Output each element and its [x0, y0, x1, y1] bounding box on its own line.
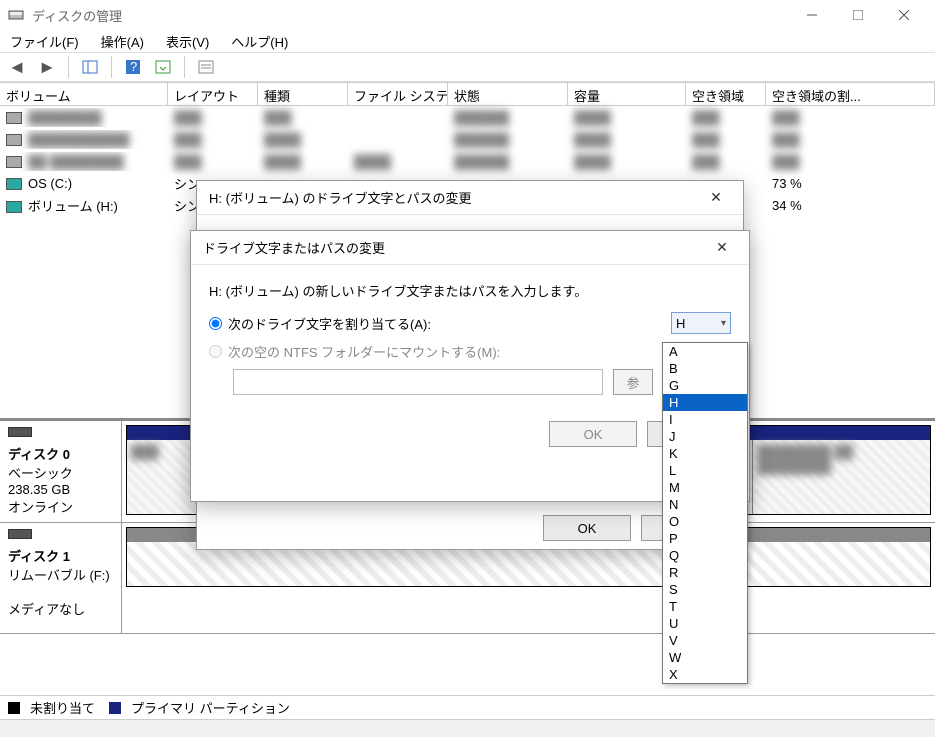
mount-path-input[interactable] — [233, 369, 603, 395]
dialog-titlebar: H: (ボリューム) のドライブ文字とパスの変更 ✕ — [197, 181, 743, 215]
col-fs[interactable]: ファイル システム — [348, 83, 448, 105]
volume-name: OS (C:) — [28, 176, 72, 191]
dialog-title: H: (ボリューム) のドライブ文字とパスの変更 — [209, 188, 701, 207]
window-title: ディスクの管理 — [32, 6, 789, 25]
dropdown-option[interactable]: L — [663, 462, 747, 479]
legend-primary: プライマリ パーティション — [131, 698, 290, 717]
back-button[interactable]: ◄ — [6, 56, 28, 78]
menubar: ファイル(F) 操作(A) 表示(V) ヘルプ(H) — [0, 30, 935, 52]
dropdown-option[interactable]: T — [663, 598, 747, 615]
statusbar — [0, 719, 935, 737]
ok-button[interactable]: OK — [543, 515, 631, 541]
dropdown-option[interactable]: J — [663, 428, 747, 445]
chevron-down-icon: ▾ — [721, 318, 726, 329]
disk-icon — [8, 529, 32, 539]
ok-button[interactable]: OK — [549, 421, 637, 447]
volume-icon — [6, 178, 22, 190]
dialog-titlebar: ドライブ文字またはパスの変更 ✕ — [191, 231, 749, 265]
legend: 未割り当て プライマリ パーティション — [0, 695, 935, 719]
dropdown-option[interactable]: B — [663, 360, 747, 377]
dropdown-option[interactable]: I — [663, 411, 747, 428]
volume-name: ボリューム (H:) — [28, 199, 118, 214]
menu-help[interactable]: ヘルプ(H) — [227, 30, 292, 53]
dropdown-options: ABGHIJKLMNOPQRSTUVWX — [663, 343, 747, 683]
toolbar: ◄ ► ? — [0, 52, 935, 82]
minimize-button[interactable] — [789, 0, 835, 30]
dropdown-option[interactable]: O — [663, 513, 747, 530]
dropdown-option[interactable]: A — [663, 343, 747, 360]
radio-label: 次の空の NTFS フォルダーにマウントする(M): — [228, 342, 500, 361]
close-button[interactable] — [881, 0, 927, 30]
disk-size: 238.35 GB — [8, 482, 70, 497]
menu-file[interactable]: ファイル(F) — [6, 30, 83, 53]
disk-status: メディアなし — [8, 602, 85, 617]
radio-input[interactable] — [209, 345, 222, 358]
disk-mgmt-icon — [8, 7, 24, 23]
table-row[interactable]: ██████████████████████████████████ — [0, 128, 935, 150]
legend-swatch-unallocated — [8, 702, 20, 714]
dropdown-option[interactable]: U — [663, 615, 747, 632]
dropdown-option[interactable]: V — [663, 632, 747, 649]
disk-label: ディスク 0 ベーシック 238.35 GB オンライン — [0, 421, 122, 522]
col-free[interactable]: 空き領域 — [686, 83, 766, 105]
dropdown-option[interactable]: H — [663, 394, 747, 411]
help-button[interactable]: ? — [122, 56, 144, 78]
menu-view[interactable]: 表示(V) — [162, 30, 213, 53]
drive-letter-combo[interactable]: H ▾ — [671, 312, 731, 334]
dropdown-option[interactable]: W — [663, 649, 747, 666]
col-status[interactable]: 状態 — [448, 83, 568, 105]
volume-table-header: ボリューム レイアウト 種類 ファイル システム 状態 容量 空き領域 空き領域… — [0, 82, 935, 106]
combo-value: H — [676, 316, 685, 331]
col-ratio[interactable]: 空き領域の割... — [766, 83, 935, 105]
dropdown-option[interactable]: G — [663, 377, 747, 394]
disk-status: オンライン — [8, 500, 73, 515]
dialog-message: H: (ボリューム) の新しいドライブ文字またはパスを入力します。 — [209, 281, 731, 300]
dropdown-option[interactable]: R — [663, 564, 747, 581]
col-kind[interactable]: 種類 — [258, 83, 348, 105]
disk-title: ディスク 0 — [8, 447, 70, 462]
radio-mount-folder[interactable]: 次の空の NTFS フォルダーにマウントする(M): — [209, 342, 731, 361]
col-capacity[interactable]: 容量 — [568, 83, 686, 105]
disk-type: リムーバブル (F:) — [8, 568, 110, 583]
volume-ratio: 73 % — [766, 174, 935, 193]
col-layout[interactable]: レイアウト — [168, 83, 258, 105]
dropdown-option[interactable]: N — [663, 496, 747, 513]
list-button[interactable] — [195, 56, 217, 78]
maximize-button[interactable] — [835, 0, 881, 30]
drive-letter-dropdown[interactable]: ABGHIJKLMNOPQRSTUVWX — [662, 342, 748, 684]
titlebar: ディスクの管理 — [0, 0, 935, 30]
dialog-title: ドライブ文字またはパスの変更 — [203, 238, 707, 257]
radio-label: 次のドライブ文字を割り当てる(A): — [228, 314, 431, 333]
table-row[interactable]: ██████████████████████████████ — [0, 106, 935, 128]
refresh-button[interactable] — [152, 56, 174, 78]
disk-title: ディスク 1 — [8, 549, 70, 564]
disk-label: ディスク 1 リムーバブル (F:) メディアなし — [0, 523, 122, 633]
volume-ratio: 34 % — [766, 196, 935, 215]
disk-icon — [8, 427, 32, 437]
dropdown-option[interactable]: X — [663, 666, 747, 683]
legend-swatch-primary — [109, 702, 121, 714]
col-volume[interactable]: ボリューム — [0, 83, 168, 105]
table-row[interactable]: ██ ███████████████████████████████████ — [0, 150, 935, 172]
disk-type: ベーシック — [8, 466, 73, 481]
dropdown-option[interactable]: K — [663, 445, 747, 462]
dropdown-option[interactable]: M — [663, 479, 747, 496]
window-controls — [789, 0, 927, 30]
menu-action[interactable]: 操作(A) — [97, 30, 148, 53]
dropdown-option[interactable]: S — [663, 581, 747, 598]
close-icon[interactable]: ✕ — [701, 189, 731, 206]
dropdown-option[interactable]: Q — [663, 547, 747, 564]
radio-assign-letter[interactable]: 次のドライブ文字を割り当てる(A): H ▾ — [209, 312, 731, 334]
legend-unallocated: 未割り当て — [30, 698, 95, 717]
radio-input[interactable] — [209, 317, 222, 330]
close-icon[interactable]: ✕ — [707, 239, 737, 256]
dropdown-option[interactable]: P — [663, 530, 747, 547]
browse-button[interactable]: 参 — [613, 369, 653, 395]
volume-icon — [6, 201, 22, 213]
forward-button[interactable]: ► — [36, 56, 58, 78]
svg-text:?: ? — [130, 59, 137, 74]
console-tree-button[interactable] — [79, 56, 101, 78]
